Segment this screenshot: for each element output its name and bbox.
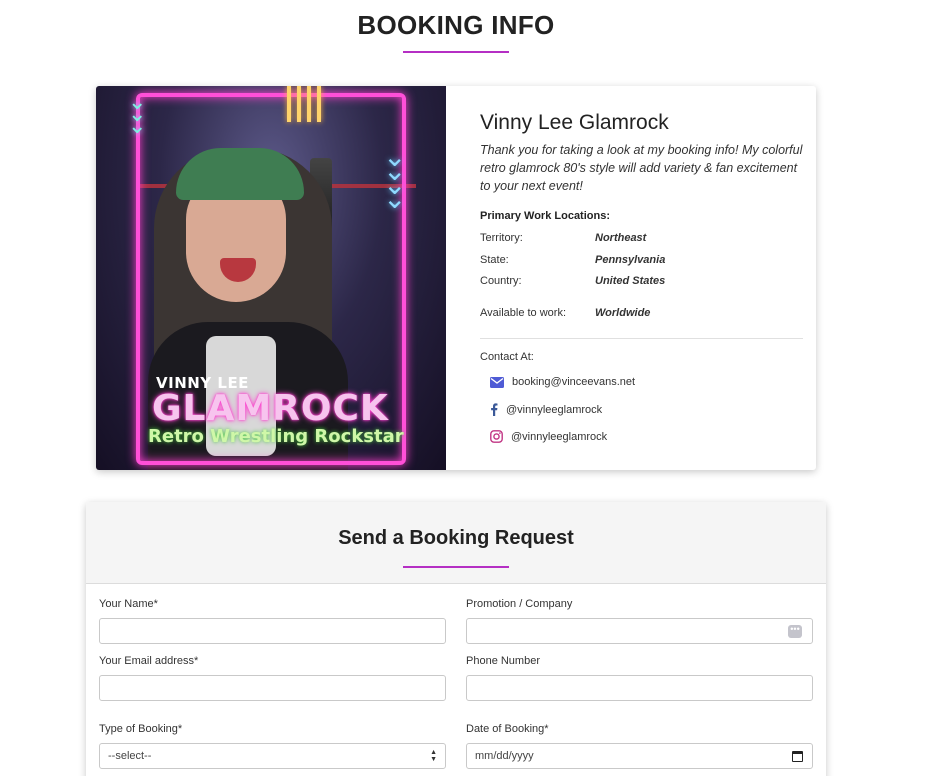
availability-row: Available to work: Worldwide <box>480 307 650 319</box>
email-label: Your Email address* <box>99 655 199 667</box>
email-field[interactable] <box>99 675 446 701</box>
photo-name-line2: GLAMROCK <box>152 388 389 429</box>
phone-field[interactable] <box>466 675 813 701</box>
location-value: Pennsylvania <box>595 254 666 266</box>
profile-info: Vinny Lee Glamrock Thank you for taking … <box>480 86 816 470</box>
location-key: Territory: <box>480 232 523 244</box>
calendar-icon[interactable] <box>792 751 803 762</box>
availability-key: Available to work: <box>480 307 567 319</box>
booking-type-label: Type of Booking* <box>99 723 183 735</box>
wrestler-promo-photo: ⌄ ⌄ ⌄ ⌄ ⌄ ⌄ ⌄ VINNY LEE GLAMROCK Retro Wrestl… <box>96 86 446 470</box>
chevron-down-icon: ⌄ ⌄ ⌄ ⌄ <box>383 141 407 214</box>
spotlights <box>287 86 327 124</box>
form-title: Send a Booking Request <box>338 527 574 549</box>
company-label: Promotion / Company <box>466 598 573 610</box>
phone-label: Phone Number <box>466 655 540 667</box>
contact-email[interactable]: booking@vinceevans.net <box>490 376 635 388</box>
location-value: United States <box>595 275 666 287</box>
facebook-icon <box>490 403 498 416</box>
photo-tagline: Retro Wrestling Rockstar <box>148 426 404 447</box>
locations-heading: Primary Work Locations: <box>480 210 610 222</box>
availability-value: Worldwide <box>595 307 651 319</box>
company-input[interactable] <box>467 619 812 643</box>
contact-instagram-text[interactable]: @vinnyleeglamrock <box>511 431 607 443</box>
company-field[interactable]: ••• <box>466 618 813 644</box>
location-key: Country: <box>480 275 522 287</box>
booking-date-placeholder: mm/dd/yyyy <box>475 750 534 762</box>
autofill-dots-icon[interactable]: ••• <box>788 625 802 638</box>
profile-card: ⌄ ⌄ ⌄ ⌄ ⌄ ⌄ ⌄ VINNY LEE GLAMROCK Retro Wrestl… <box>96 86 816 470</box>
form-title-underline <box>403 566 509 568</box>
booking-type-select[interactable]: --select-- ▲ ▼ <box>99 743 446 769</box>
contact-email-text[interactable]: booking@vinceevans.net <box>512 376 635 388</box>
location-value: Northeast <box>595 232 647 244</box>
name-label: Your Name* <box>99 598 158 610</box>
title-underline <box>403 51 509 53</box>
page-title: BOOKING INFO <box>357 10 555 40</box>
contact-heading: Contact At: <box>480 351 534 363</box>
envelope-icon <box>490 376 504 388</box>
phone-input[interactable] <box>467 676 812 700</box>
form-header: Send a Booking Request <box>86 502 826 584</box>
contact-facebook-text[interactable]: @vinnyleeglamrock <box>506 404 602 416</box>
divider <box>480 338 803 339</box>
location-key: State: <box>480 254 509 266</box>
booking-date-label: Date of Booking* <box>466 723 549 735</box>
instagram-icon <box>490 430 503 443</box>
booking-type-selected: --select-- <box>108 750 152 762</box>
location-row-country: Country: United States <box>480 275 665 287</box>
location-row-state: State: Pennsylvania <box>480 254 665 266</box>
email-input[interactable] <box>100 676 445 700</box>
profile-name: Vinny Lee Glamrock <box>480 111 669 134</box>
select-arrows-icon: ▲ ▼ <box>430 749 437 763</box>
contact-facebook[interactable]: @vinnyleeglamrock <box>490 403 602 416</box>
booking-form: Send a Booking Request Your Name* Promot… <box>86 502 826 776</box>
contact-instagram[interactable]: @vinnyleeglamrock <box>490 430 607 443</box>
name-field[interactable] <box>99 618 446 644</box>
booking-date-field[interactable]: mm/dd/yyyy <box>466 743 813 769</box>
chevron-down-icon: ⌄ ⌄ ⌄ <box>128 89 147 138</box>
location-row-territory: Territory: Northeast <box>480 232 646 244</box>
profile-description: Thank you for taking a look at my bookin… <box>480 143 803 193</box>
name-input[interactable] <box>100 619 445 643</box>
